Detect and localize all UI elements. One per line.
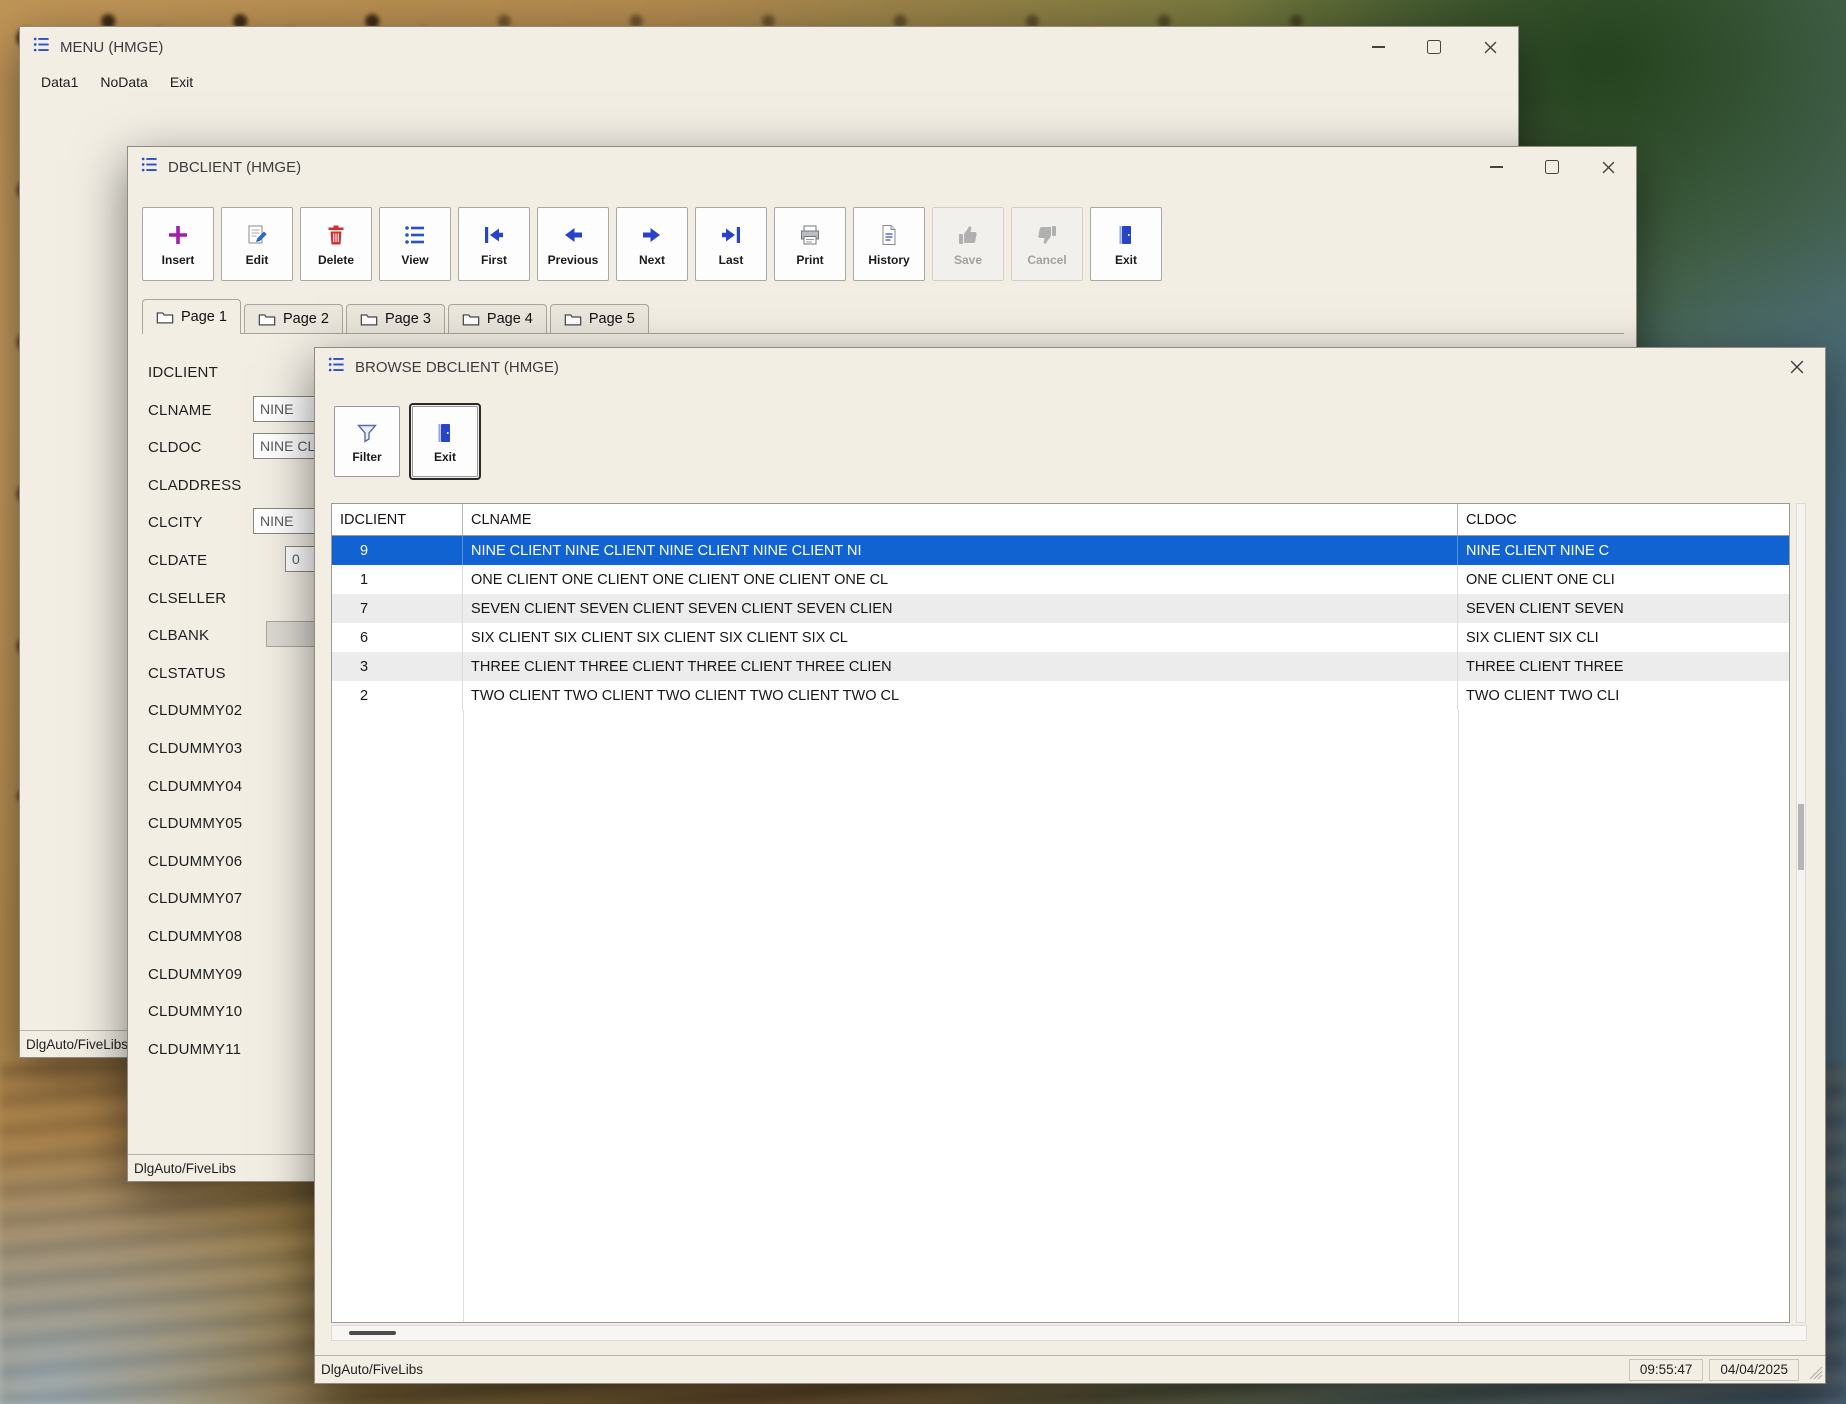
horizontal-scrollbar-thumb[interactable]	[349, 1331, 396, 1335]
field-idclient: IDCLIENT	[148, 357, 218, 387]
table-row[interactable]: 7 SEVEN CLIENT SEVEN CLIENT SEVEN CLIENT…	[332, 594, 1789, 623]
filter-icon	[355, 419, 379, 446]
status-date: 04/04/2025	[1709, 1359, 1799, 1381]
field-cldate: CLDATE0	[148, 545, 207, 575]
tab-page-1[interactable]: Page 1	[142, 299, 241, 334]
close-button[interactable]	[1462, 27, 1518, 67]
app-list-icon	[327, 355, 346, 379]
close-button[interactable]	[1769, 348, 1825, 386]
desktop: MENU (HMGE) Data1 NoData Exit DlgAuto/Fi…	[0, 0, 1846, 1404]
field-cldummy11: CLDUMMY11	[148, 1034, 241, 1064]
table-row[interactable]: 2 TWO CLIENT TWO CLIENT TWO CLIENT TWO C…	[332, 681, 1789, 710]
field-cldummy05: CLDUMMY05	[148, 808, 242, 838]
browse-status-text: DlgAuto/FiveLibs	[321, 1362, 1629, 1377]
field-cldoc: CLDOCNINE CL	[148, 432, 202, 462]
client-table: IDCLIENT CLNAME CLDOC 9 NINE CLIENT NINE…	[331, 503, 1790, 1323]
field-clname: CLNAMENINE	[148, 395, 212, 425]
field-cldummy09: CLDUMMY09	[148, 959, 242, 989]
field-cldummy04: CLDUMMY04	[148, 771, 242, 801]
dbclient-status-text: DlgAuto/FiveLibs	[134, 1161, 236, 1176]
exit-door-icon	[433, 419, 457, 446]
menu-item-data1[interactable]: Data1	[30, 71, 89, 93]
field-cldummy10: CLDUMMY10	[148, 996, 242, 1026]
focused-button-ring: Exit	[409, 403, 481, 480]
maximize-icon	[1427, 40, 1441, 54]
browse-toolbar: Filter Exit	[334, 406, 481, 480]
menu-status-text: DlgAuto/FiveLibs	[26, 1037, 128, 1052]
field-cldummy02: CLDUMMY02	[148, 695, 242, 725]
app-list-icon	[32, 35, 51, 59]
menu-item-nodata[interactable]: NoData	[89, 71, 158, 93]
field-cldummy06: CLDUMMY06	[148, 846, 242, 876]
browse-window-controls	[1769, 348, 1825, 386]
field-clstatus: CLSTATUS	[148, 658, 226, 688]
field-cldummy07: CLDUMMY07	[148, 883, 242, 913]
table-row[interactable]: 1 ONE CLIENT ONE CLIENT ONE CLIENT ONE C…	[332, 565, 1789, 594]
folder-icon	[156, 310, 174, 325]
browse-status-bar: DlgAuto/FiveLibs 09:55:47 04/04/2025	[315, 1355, 1825, 1383]
browse-window-title: BROWSE DBCLIENT (HMGE)	[355, 359, 559, 376]
close-icon	[1484, 41, 1497, 54]
vertical-scrollbar-thumb[interactable]	[1798, 804, 1804, 870]
table-row[interactable]: 3 THREE CLIENT THREE CLIENT THREE CLIENT…	[332, 652, 1789, 681]
column-header-cldoc[interactable]: CLDOC	[1458, 504, 1790, 535]
minimize-icon	[1372, 46, 1385, 48]
close-icon	[1790, 360, 1804, 374]
column-header-clname[interactable]: CLNAME	[463, 504, 1458, 535]
filter-button[interactable]: Filter	[334, 406, 400, 477]
menu-window-titlebar[interactable]: MENU (HMGE)	[20, 27, 1518, 67]
field-clbank: CLBANK	[148, 620, 209, 650]
menu-bar: Data1 NoData Exit	[20, 67, 1518, 97]
table-row[interactable]: 6 SIX CLIENT SIX CLIENT SIX CLIENT SIX C…	[332, 623, 1789, 652]
menu-item-exit[interactable]: Exit	[159, 71, 204, 93]
table-header: IDCLIENT CLNAME CLDOC	[332, 504, 1789, 536]
status-time: 09:55:47	[1629, 1359, 1704, 1381]
minimize-button[interactable]	[1350, 27, 1406, 67]
menu-window-title: MENU (HMGE)	[60, 39, 163, 56]
field-clcity: CLCITYNINE	[148, 507, 203, 537]
maximize-button[interactable]	[1406, 27, 1462, 67]
field-clseller: CLSELLER	[148, 583, 226, 613]
exit-button[interactable]: Exit	[412, 406, 478, 477]
field-cldummy03: CLDUMMY03	[148, 733, 242, 763]
table-empty-area	[332, 710, 1789, 1322]
browse-window-titlebar[interactable]: BROWSE DBCLIENT (HMGE)	[315, 348, 1825, 386]
vertical-scrollbar[interactable]	[1796, 503, 1806, 1323]
resize-grip[interactable]	[1805, 1360, 1823, 1380]
column-header-idclient[interactable]: IDCLIENT	[332, 504, 463, 535]
field-cldummy08: CLDUMMY08	[148, 921, 242, 951]
table-row[interactable]: 9 NINE CLIENT NINE CLIENT NINE CLIENT NI…	[332, 536, 1789, 565]
horizontal-scrollbar[interactable]	[331, 1325, 1807, 1341]
browse-window: BROWSE DBCLIENT (HMGE) Filter Exit I	[314, 347, 1826, 1384]
menu-window-controls	[1350, 27, 1518, 67]
field-claddress: CLADDRESS	[148, 470, 242, 500]
